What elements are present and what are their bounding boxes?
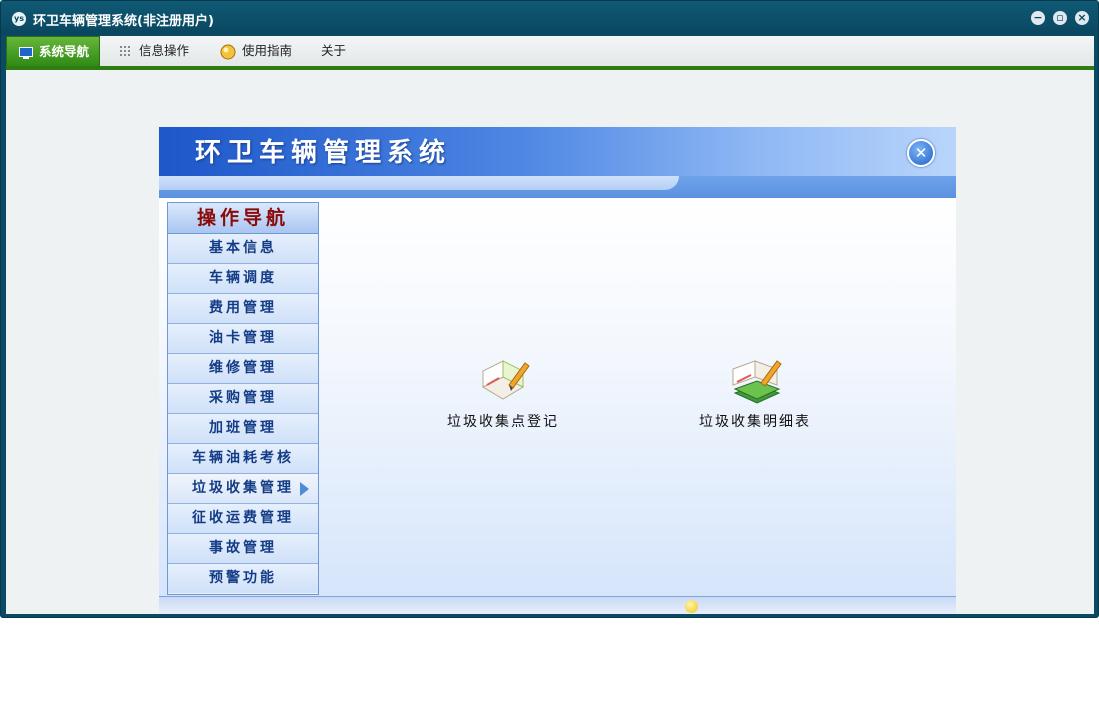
menu-label-info-ops: 信息操作 — [139, 43, 190, 58]
app-window: ys 环卫车辆管理系统(非注册用户) − ▫ × 系统导航 信息操作 使用指南 … — [0, 0, 1099, 618]
restore-icon[interactable]: ▫ — [1053, 11, 1067, 25]
lightbulb-status-icon — [685, 600, 698, 613]
app-logo-icon: ys — [12, 12, 26, 26]
nav-item-freight-fee[interactable]: 征收运费管理 — [168, 504, 318, 534]
banner-title: 环卫车辆管理系统 — [195, 138, 452, 168]
nav-item-repair[interactable]: 维修管理 — [168, 354, 318, 384]
close-window-icon[interactable]: × — [1075, 11, 1089, 25]
banner-strip-highlight — [159, 176, 679, 190]
nav-item-purchase[interactable]: 采购管理 — [168, 384, 318, 414]
book-pen-icon — [481, 360, 530, 400]
lightbulb-icon — [220, 44, 236, 59]
nav-item-warning[interactable]: 预警功能 — [168, 564, 318, 593]
nav-item-overtime[interactable]: 加班管理 — [168, 414, 318, 444]
arrow-right-icon — [300, 482, 309, 496]
nav-item-accident[interactable]: 事故管理 — [168, 534, 318, 564]
function-label-collection-point-register: 垃圾收集点登记 — [447, 414, 559, 430]
menu-item-info-ops[interactable]: 信息操作 — [120, 36, 189, 66]
nav-panel: 操作导航 基本信息 车辆调度 费用管理 油卡管理 维修管理 采购管理 加班管理 … — [167, 202, 319, 595]
banner: 环卫车辆管理系统 ✕ — [159, 127, 956, 198]
window-title: 环卫车辆管理系统(非注册用户) — [33, 14, 214, 29]
nav-item-fuel-card[interactable]: 油卡管理 — [168, 324, 318, 354]
status-footer — [159, 596, 956, 614]
nav-item-cost-management[interactable]: 费用管理 — [168, 294, 318, 324]
minimize-icon[interactable]: − — [1031, 11, 1045, 25]
books-pen-icon — [732, 360, 782, 404]
grid-icon — [120, 45, 130, 56]
menu-item-system-nav[interactable]: 系统导航 — [6, 36, 101, 66]
content-area: 环卫车辆管理系统 ✕ 操作导航 基本信息 车辆调度 费用管理 油卡管理 维修管理… — [6, 70, 1094, 614]
nav-item-vehicle-dispatch[interactable]: 车辆调度 — [168, 264, 318, 294]
main-panel: 环卫车辆管理系统 ✕ 操作导航 基本信息 车辆调度 费用管理 油卡管理 维修管理… — [159, 127, 956, 614]
monitor-icon — [19, 46, 33, 59]
title-bar: ys 环卫车辆管理系统(非注册用户) − ▫ × — [1, 1, 1098, 35]
nav-header: 操作导航 — [168, 203, 318, 234]
nav-item-fuel-consumption[interactable]: 车辆油耗考核 — [168, 444, 318, 474]
menu-bar: 系统导航 信息操作 使用指南 关于 — [6, 36, 1094, 70]
menu-label-user-guide: 使用指南 — [242, 43, 293, 58]
menu-label-about: 关于 — [321, 43, 347, 58]
menu-item-user-guide[interactable]: 使用指南 — [220, 36, 292, 66]
function-collection-point-register[interactable]: 垃圾收集点登记 — [447, 357, 559, 431]
function-label-collection-detail-list: 垃圾收集明细表 — [699, 414, 811, 430]
nav-item-garbage-collection-label: 垃圾收集管理 — [192, 480, 294, 496]
menu-item-about[interactable]: 关于 — [321, 36, 346, 66]
function-collection-detail-list[interactable]: 垃圾收集明细表 — [699, 357, 811, 431]
close-icon[interactable]: ✕ — [907, 139, 935, 167]
menu-label-system-nav: 系统导航 — [39, 44, 90, 59]
nav-item-garbage-collection[interactable]: 垃圾收集管理 — [168, 474, 318, 504]
nav-item-basic-info[interactable]: 基本信息 — [168, 234, 318, 264]
